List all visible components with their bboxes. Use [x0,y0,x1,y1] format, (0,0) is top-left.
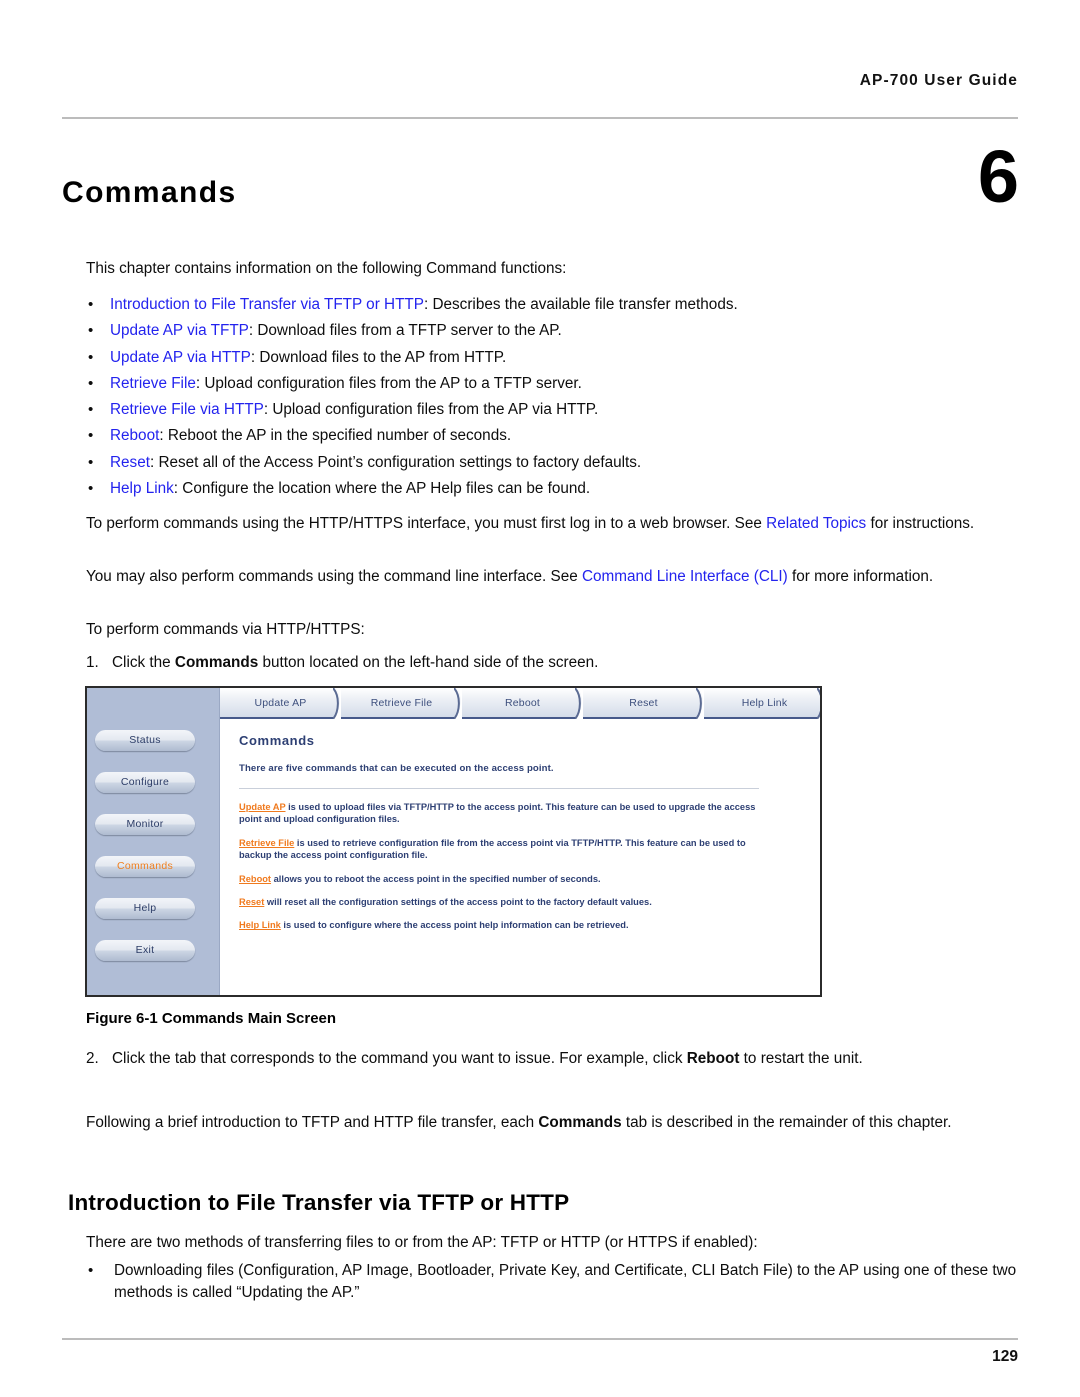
cli-link[interactable]: Command Line Interface (CLI) [582,568,788,585]
bullet-icon: • [88,401,94,419]
list-item-text: : Download files from a TFTP server to t… [248,322,562,340]
list-item: • Update AP via TFTP: Download files from… [86,320,1016,346]
screenshot-description-text: allows you to reboot the access point in… [271,873,601,884]
paragraph-cli: You may also perform commands using the … [86,566,1016,588]
paragraph-after-figure: Following a brief introduction to TFTP a… [86,1114,952,1131]
bullet-icon: • [88,374,94,392]
paragraph-text: You may also perform commands using the … [86,568,582,585]
section-heading: Introduction to File Transfer via TFTP o… [68,1190,570,1215]
bullet-icon: • [88,348,94,366]
list-item-text: : Reboot the AP in the specified number … [159,427,512,445]
cross-reference-link[interactable]: Help Link [110,480,174,497]
cross-reference-link[interactable]: Update AP via TFTP [110,322,249,339]
screenshot-description-paragraph: Reset will reset all the configuration s… [239,896,779,908]
screenshot-nav-button-help[interactable]: Help [95,898,195,919]
step-text: Click the tab that corresponds to the co… [112,1050,863,1067]
screenshot-tab-reset[interactable]: Reset [583,688,704,719]
bullet-icon: • [88,296,94,313]
related-topics-link[interactable]: Related Topics [766,515,866,532]
footer-rule [62,1338,1018,1340]
step-1: 1. Click the Commands button located on t… [86,652,1016,674]
screenshot-nav-button-commands[interactable]: Commands [95,856,195,877]
paragraph-http-interface: To perform commands using the HTTP/HTTPS… [86,513,1016,535]
screenshot-description-paragraph: Update AP is used to upload files via TF… [239,801,779,826]
list-item: • Update AP via HTTP: Download files to t… [86,347,1016,373]
cross-reference-link[interactable]: Reboot [110,427,159,444]
figure-caption: Figure 6-1 Commands Main Screen [86,1010,337,1027]
cross-reference-link[interactable]: Introduction to File Transfer via TFTP o… [110,296,424,313]
screenshot-description-paragraph: Retrieve File is used to retrieve config… [239,837,779,862]
screenshot-panel-subtitle: There are five commands that can be exec… [239,763,554,774]
bullet-icon: • [88,480,94,498]
paragraph-text: for instructions. [866,515,975,532]
screenshot-description-text: is used to upload files via TFTP/HTTP to… [239,802,756,825]
screenshot-description-paragraph: Reboot allows you to reboot the access p… [239,873,779,885]
screenshot-divider [239,788,759,789]
bullet-icon: • [88,453,94,471]
screenshot-command-descriptions: Update AP is used to upload files via TF… [239,801,804,932]
screenshot-nav-button-exit[interactable]: Exit [95,940,195,961]
bullet-icon: • [88,322,94,340]
paragraph-perform-commands: To perform commands via HTTP/HTTPS: [86,621,365,638]
chapter-lead-paragraph: This chapter contains information on the… [86,260,567,277]
page-number: 129 [992,1348,1018,1365]
list-item: • Reboot: Reboot the AP in the specified … [86,425,1016,451]
screenshot-description-text: is used to retrieve configuration file f… [239,837,746,861]
screenshot-inline-link[interactable]: Reboot [239,874,271,884]
step-text: Click the Commands button located on the… [112,654,599,671]
paragraph-text: for more information. [787,568,934,585]
screenshot-tab-retrieve-file[interactable]: Retrieve File [341,688,462,719]
figure-commands-main-screen: Status Configure Monitor Commands Help Exit U… [85,686,822,997]
section-intro-paragraph: There are two methods of transferring fi… [86,1234,758,1251]
cross-reference-link[interactable]: Retrieve File [110,375,196,392]
tab-separator-notch [817,688,820,719]
document-page: AP-700 User Guide Commands 6 This chapte… [0,0,1080,1397]
screenshot-tab-update-ap[interactable]: Update AP [220,688,341,719]
running-header: AP-700 User Guide [859,72,1018,89]
list-item-text: : Reset all of the Access Point’s config… [149,453,642,471]
screenshot-tab-bar: Update AP Retrieve File Reboot Reset Help Li… [220,688,820,721]
list-item-text: : Download files to the AP from HTTP. [250,348,507,366]
list-item-text: : Configure the location where the AP He… [173,480,591,498]
screenshot-inline-link[interactable]: Retrieve File [239,838,294,848]
screenshot-inline-link[interactable]: Update AP [239,802,286,812]
list-item-text: : Upload configuration files from the AP… [195,374,582,392]
step-number: 1. [86,654,99,671]
step-2: 2. Click the tab that corresponds to the … [86,1048,1016,1070]
list-item-text: Downloading files (Configuration, AP Ima… [114,1262,1017,1301]
list-item: • Help Link: Configure the location where… [86,478,1016,504]
screenshot-description-text: is used to configure where the access po… [280,920,629,931]
screenshot-nav-button-configure[interactable]: Configure [95,772,195,793]
chapter-number: 6 [977,135,1019,218]
cross-reference-link[interactable]: Retrieve File via HTTP [110,401,264,418]
header-rule [62,117,1018,119]
screenshot-inline-link[interactable]: Help Link [239,920,281,930]
list-item-text: : Describes the available file transfer … [423,296,738,313]
screenshot-inline-link[interactable]: Reset [239,897,264,907]
section-bullet-list: • Downloading files (Configuration, AP Im… [86,1260,1022,1303]
list-item-text: : Upload configuration files from the AP… [263,401,599,419]
list-item: • Introduction to File Transfer via TFTP … [86,294,1016,320]
list-item: • Reset: Reset all of the Access Point’s … [86,452,1016,478]
command-functions-list: • Introduction to File Transfer via TFTP … [86,294,1016,504]
list-item: • Retrieve File: Upload configuration fil… [86,373,1016,399]
screenshot-description-paragraph: Help Link is used to configure where the… [239,919,779,931]
cross-reference-link[interactable]: Reset [110,454,150,471]
chapter-title: Commands [62,176,237,209]
screenshot-panel-title: Commands [239,733,315,748]
cross-reference-link[interactable]: Update AP via HTTP [110,349,251,366]
list-item: • Downloading files (Configuration, AP Im… [86,1260,1022,1303]
paragraph-text: To perform commands using the HTTP/HTTPS… [86,515,767,532]
screenshot-tab-help-link[interactable]: Help Link [704,688,820,719]
screenshot-nav-button-monitor[interactable]: Monitor [95,814,195,835]
screenshot-nav-button-status[interactable]: Status [95,730,195,751]
list-item: • Retrieve File via HTTP: Upload configur… [86,399,1016,425]
step-number: 2. [86,1050,99,1067]
bullet-icon: • [88,1262,94,1279]
bullet-icon: • [88,427,94,445]
screenshot-content-panel: Commands There are five commands that ca… [220,721,820,995]
screenshot-tab-reboot[interactable]: Reboot [462,688,583,719]
screenshot-nav-sidebar: Status Configure Monitor Commands Help Exit [87,688,220,995]
screenshot-description-text: will reset all the configuration setting… [264,897,652,908]
